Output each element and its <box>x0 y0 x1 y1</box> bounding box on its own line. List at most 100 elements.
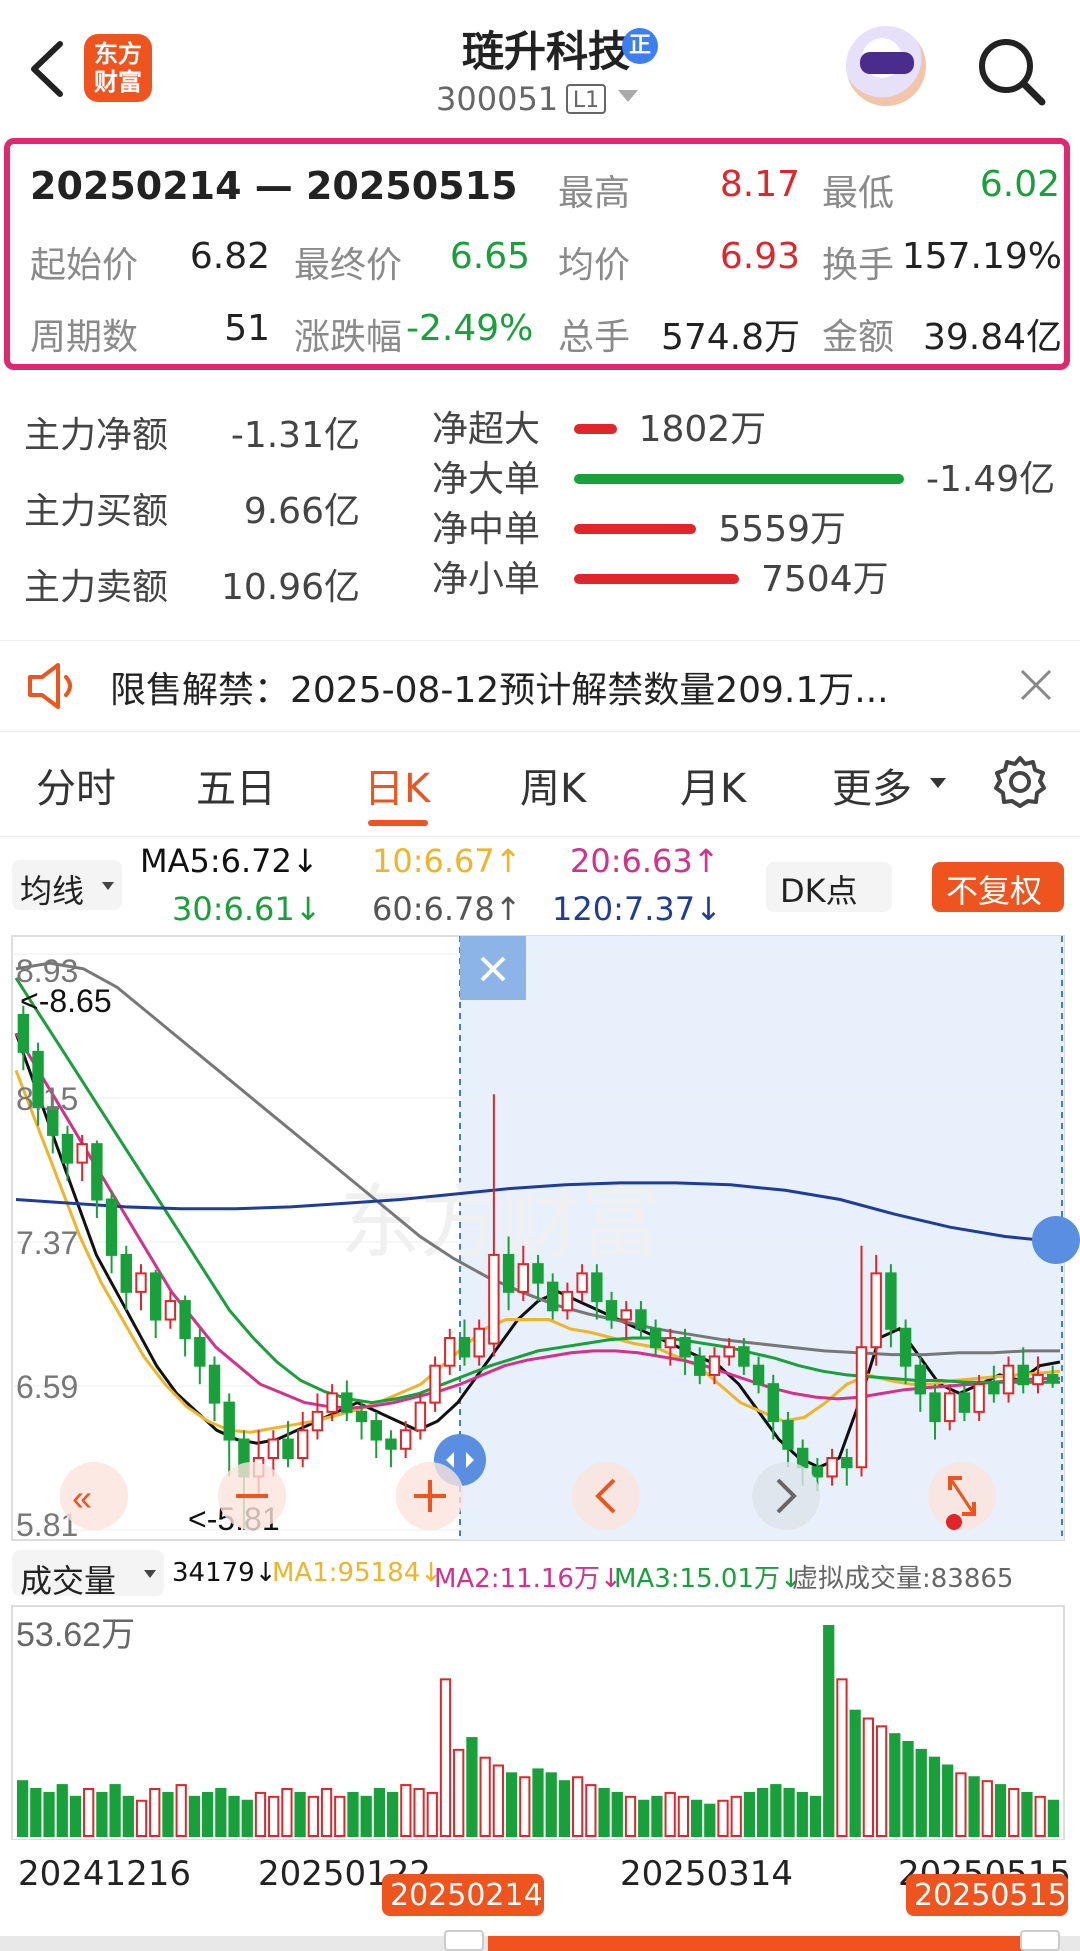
turnover-label: 换手 <box>822 245 895 286</box>
volume-bar <box>611 1791 623 1838</box>
close-icon[interactable] <box>1018 667 1054 703</box>
candle-body <box>694 1355 706 1376</box>
candle-body <box>297 1429 309 1459</box>
range-start-tag-label: 20250214 <box>390 1878 543 1913</box>
high-price-mark: <-8.65 <box>20 983 112 1019</box>
volume-bar <box>453 1748 465 1837</box>
volume-bar <box>294 1791 306 1838</box>
more-dropdown-icon[interactable] <box>930 778 946 788</box>
candle-body <box>61 1133 74 1164</box>
range-handle-left[interactable] <box>444 1930 484 1951</box>
right-edge-handle[interactable] <box>1032 1216 1080 1264</box>
candle-body <box>458 1337 471 1358</box>
search-icon[interactable] <box>970 30 1050 110</box>
volume-bar <box>83 1788 95 1837</box>
rewind-button[interactable] <box>60 1462 128 1530</box>
candle-body <box>179 1300 191 1340</box>
volume-chart[interactable]: 53.62万 <box>0 1600 1080 1840</box>
tab-weekly-k[interactable]: 周K <box>520 756 586 814</box>
chevron-down-icon <box>144 1570 156 1578</box>
amount-label: 金额 <box>822 317 895 358</box>
tab-monthly-k[interactable]: 月K <box>680 756 746 814</box>
volume-bar <box>30 1788 42 1837</box>
volume-bar <box>809 1795 822 1837</box>
volume-bar <box>254 1791 267 1838</box>
avg-label: 均价 <box>558 245 631 286</box>
range-handle-right[interactable] <box>1020 1930 1060 1951</box>
volume-bar <box>889 1733 901 1837</box>
candle-body <box>635 1309 647 1330</box>
notification-dot <box>946 1514 962 1530</box>
candle-body <box>973 1383 985 1413</box>
change-label: 涨跌幅 <box>294 317 403 358</box>
next-button[interactable] <box>752 1462 820 1530</box>
volume-bar <box>585 1784 597 1838</box>
volume-bar <box>228 1795 240 1837</box>
amount-value: 39.84亿 <box>922 317 1062 358</box>
start-value: 6.82 <box>189 236 270 277</box>
volume-bar <box>373 1788 386 1837</box>
tab-daily-k[interactable]: 日K <box>364 756 430 814</box>
candle-body <box>1032 1373 1044 1386</box>
volume-bar <box>836 1678 848 1837</box>
tab-intraday[interactable]: 分时 <box>36 756 116 814</box>
volume-bar <box>862 1717 875 1837</box>
date-label: 20241216 <box>18 1854 192 1894</box>
candle-body <box>149 1272 162 1321</box>
header: 东方财富 琏升科技 正 300051 L1 <box>0 0 1080 130</box>
volume-bar <box>638 1799 650 1837</box>
prev-button[interactable] <box>572 1462 640 1530</box>
ma10-value: 10:6.67↑ <box>372 842 522 880</box>
volume-bar <box>757 1788 769 1837</box>
volume-bar <box>704 1803 716 1838</box>
volume-bar <box>215 1788 227 1837</box>
volume-bar <box>545 1772 557 1837</box>
volume-bar <box>624 1795 637 1837</box>
ma60-value: 60:6.78↑ <box>372 890 522 928</box>
volume-bar <box>16 1780 29 1837</box>
range-scrollbar-thumb[interactable] <box>488 1936 1034 1951</box>
candle-body <box>414 1401 427 1432</box>
main-sell-label: 主力卖额 <box>24 567 169 608</box>
candle-body <box>664 1337 677 1349</box>
volume-ma1: MA1:95184↓ <box>272 1558 443 1588</box>
volume-bar <box>307 1795 319 1837</box>
notice-bar[interactable]: 限售解禁：2025-08-12预计解禁数量209.1万... <box>0 640 1080 732</box>
candle-body <box>444 1337 456 1367</box>
capital-flow-panel: 主力净额 -1.31亿 主力买额 9.66亿 主力卖额 10.96亿 净超大 1… <box>0 390 1080 630</box>
app-logo[interactable]: 东方财富 <box>84 34 152 102</box>
range-dates: 20250214 — 20250515 <box>30 164 518 208</box>
end-value: 6.65 <box>449 236 530 277</box>
notice-text: 限售解禁：2025-08-12预计解禁数量209.1万... <box>110 670 889 711</box>
volume-bar <box>439 1678 452 1837</box>
flow-row-label: 净中单 <box>432 509 541 550</box>
candle-body <box>752 1364 765 1386</box>
price-tick-label: 6.59 <box>16 1369 78 1405</box>
avg-value: 6.93 <box>719 236 800 277</box>
volume-bar <box>505 1772 518 1837</box>
level-badge[interactable]: L1 <box>566 84 606 114</box>
gear-icon[interactable] <box>992 754 1048 810</box>
chevron-down-icon[interactable] <box>618 90 638 102</box>
main-buy-label: 主力买额 <box>24 491 169 532</box>
periods-label: 周期数 <box>30 317 139 358</box>
volume-bar <box>664 1791 676 1838</box>
flow-row-label: 净超大 <box>432 409 541 450</box>
double-left-icon: « <box>72 1477 92 1518</box>
tab-five-day[interactable]: 五日 <box>196 756 276 814</box>
volume-bar <box>519 1776 531 1837</box>
candle-body <box>899 1327 912 1367</box>
volume-bar <box>770 1784 782 1838</box>
tab-more[interactable]: 更多 <box>832 756 912 814</box>
volume-bar <box>43 1791 55 1838</box>
chevron-down-icon <box>102 882 114 890</box>
volume-bar <box>572 1776 584 1837</box>
candle-body <box>473 1327 485 1358</box>
candle-body <box>767 1383 779 1423</box>
candle-body <box>914 1364 927 1395</box>
flow-bar <box>574 574 739 584</box>
back-icon[interactable] <box>18 34 78 104</box>
speaker-icon <box>28 663 72 709</box>
kline-chart[interactable]: 东方财富 8.938.157.376.595.81 <-8.65 <-5.81 … <box>0 930 1080 1550</box>
candle-body <box>120 1253 132 1293</box>
